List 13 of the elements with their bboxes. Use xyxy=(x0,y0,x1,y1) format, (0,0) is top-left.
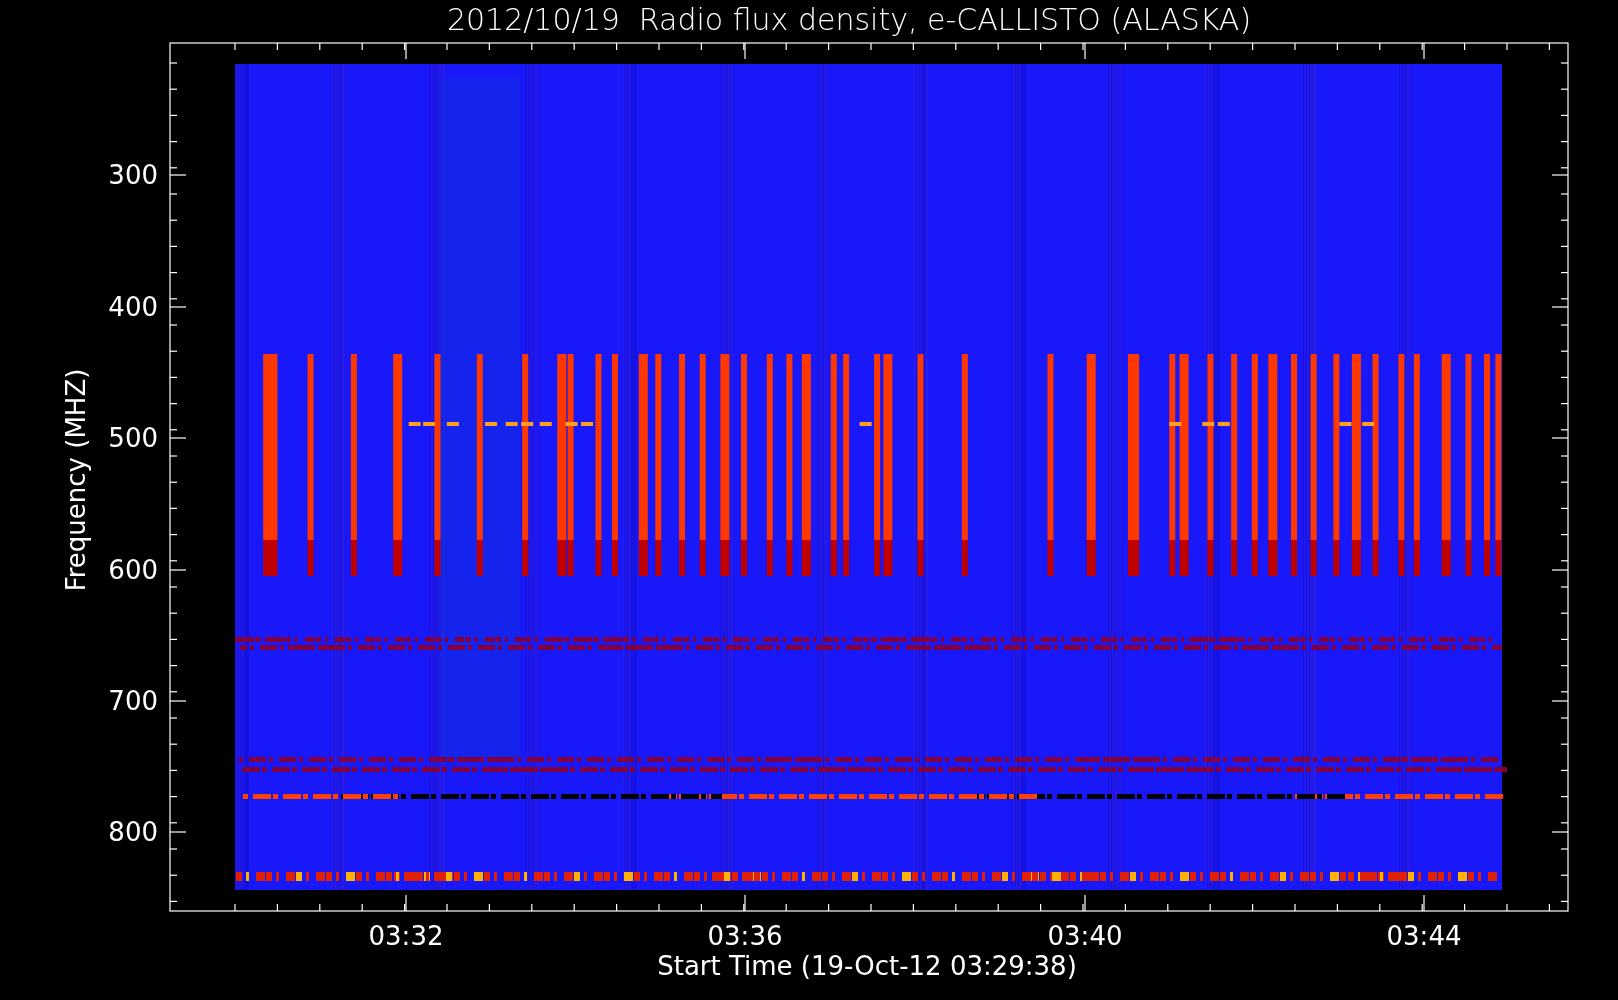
y-tick-label: 500 xyxy=(108,423,158,453)
y-axis-label: Frequency (MHZ) xyxy=(61,368,91,592)
x-tick-label: 03:40 xyxy=(1047,921,1123,951)
y-tick-label: 700 xyxy=(108,686,158,716)
x-tick-label: 03:44 xyxy=(1386,921,1462,951)
y-tick-label: 800 xyxy=(108,817,158,847)
y-tick-label: 300 xyxy=(108,160,158,190)
chart-title: 2012/10/19 Radio flux density, e-CALLISTO (ALASKA) xyxy=(445,1,1252,39)
y-tick-label: 400 xyxy=(108,292,158,322)
x-axis-label: Start Time (19-Oct-12 03:29:38) xyxy=(657,951,1077,981)
y-tick-label: 600 xyxy=(108,555,158,585)
x-tick-label: 03:32 xyxy=(368,921,444,951)
x-tick-label: 03:36 xyxy=(707,921,783,951)
